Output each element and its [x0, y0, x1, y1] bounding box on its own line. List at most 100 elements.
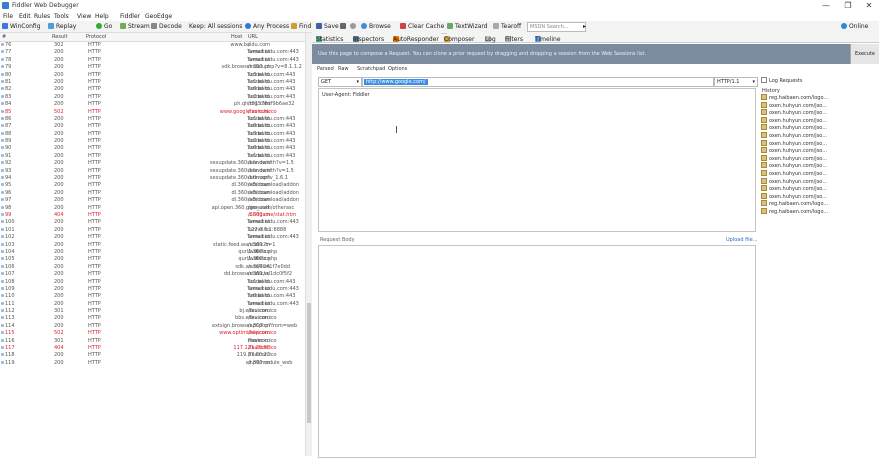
close-button[interactable]: ✕ — [861, 1, 877, 11]
menu-rules[interactable]: Rules — [34, 13, 50, 20]
tab-composer[interactable]: Composer — [441, 33, 474, 43]
table-row[interactable]: 110 200 HTTP Tunnel to ss0.baidu.com:443 — [0, 293, 306, 300]
history-item[interactable]: oxen.huhyun.com/jso... — [761, 139, 873, 148]
history-item[interactable]: oxen.huhyun.com/jso... — [761, 124, 873, 132]
table-row[interactable]: 92 200 HTTP sexupdate.360safe.com/bandwidth… — [0, 160, 306, 167]
table-row[interactable]: 113 200 HTTP bbs.edcu.com/favicon.ico — [0, 315, 306, 322]
table-row[interactable]: 103 200 HTTP static.feed.wan.360.cn/static?… — [0, 242, 306, 249]
web-sessions-list[interactable]: # Result Protocol Host URL 76 302 HTTP www.… — [0, 33, 306, 456]
table-row[interactable]: 106 200 HTTP sdk.se.360.cn/sns/4041f7e0dd — [0, 264, 306, 271]
history-item[interactable]: oxen.huhyun.com/jso... — [761, 177, 873, 186]
history-item[interactable]: reg.haibaen.com/logo... — [761, 200, 873, 208]
menu-edit[interactable]: Edit — [19, 13, 31, 20]
textwizard-button[interactable]: TextWizard — [447, 22, 488, 31]
table-row[interactable]: 91 200 HTTP Tunnel to ss1.baidu.com:443 — [0, 153, 306, 160]
execute-button[interactable]: Execute — [850, 44, 879, 64]
table-row[interactable]: 99 404 HTTP s.360.cn/360game/stat.htm — [0, 212, 306, 219]
table-row[interactable]: 104 200 HTTP qurl1.360.cn/wdinfo.php — [0, 249, 306, 256]
table-row[interactable]: 82 200 HTTP Tunnel to ss0.baidu.com:443 — [0, 86, 306, 93]
find-button[interactable]: Find — [291, 22, 311, 31]
clear-cache-button[interactable]: Clear Cache — [400, 22, 444, 31]
table-row[interactable]: 85 502 HTTP www.google.com.hk/favicon.ico — [0, 109, 306, 116]
history-item[interactable]: oxen.huhyun.com/jso... — [761, 154, 873, 163]
table-row[interactable]: 90 200 HTTP Tunnel to ss0.baidu.com:443 — [0, 145, 306, 152]
history-item[interactable]: oxen.huhyun.com/jso... — [761, 162, 873, 170]
table-row[interactable]: 112 301 HTTP bj.edcu.com/favicon.ico — [0, 308, 306, 315]
save-button[interactable]: Save — [316, 22, 339, 31]
msdn-search-input[interactable]: MSDN Search... — [527, 22, 586, 32]
subtab-parsed[interactable]: Parsed — [317, 66, 334, 72]
history-item[interactable]: reg.haibaen.com/logo... — [761, 207, 873, 216]
column-result[interactable]: Result — [52, 34, 67, 40]
url-input[interactable]: http://www.google.com/ — [362, 77, 714, 87]
history-item[interactable]: oxen.huhyun.com/jso... — [761, 101, 873, 110]
minimize-button[interactable]: — — [818, 1, 834, 11]
scrollbar-thumb[interactable] — [307, 303, 311, 423]
table-row[interactable]: 102 200 HTTP Tunnel to www.baidu.com:443 — [0, 234, 306, 241]
history-item[interactable]: oxen.huhyun.com/jso... — [761, 116, 873, 125]
screenshot-button[interactable] — [340, 22, 348, 31]
request-body-textarea[interactable] — [318, 245, 756, 458]
menu-file[interactable]: File — [3, 13, 13, 20]
table-row[interactable]: 81 200 HTTP Tunnel to ss1.baidu.com:443 — [0, 79, 306, 86]
table-row[interactable]: 83 200 HTTP Tunnel to ss2.baidu.com:443 — [0, 94, 306, 101]
table-row[interactable]: 111 200 HTTP Tunnel to www.baidu.com:443 — [0, 301, 306, 308]
subtab-options[interactable]: Options — [388, 66, 407, 72]
history-item[interactable]: oxen.huhyun.com/jso... — [761, 109, 873, 117]
timer-button[interactable] — [350, 22, 358, 31]
table-row[interactable]: 107 200 HTTP dd.browser.360.cn/static/a/1dc… — [0, 271, 306, 278]
table-row[interactable]: 77 200 HTTP Tunnel to www.baidu.com:443 — [0, 49, 306, 56]
table-row[interactable]: 109 200 HTTP Tunnel to www.baidu.com:443 — [0, 286, 306, 293]
history-item[interactable]: oxen.huhyun.com/jso... — [761, 169, 873, 178]
table-row[interactable]: 78 200 HTTP Tunnel to www.baidu.com:443 — [0, 57, 306, 64]
history-item[interactable]: reg.haibaen.com/logo... — [761, 94, 873, 102]
table-row[interactable]: 118 200 HTTP 119.97.90.23/favicon.ico — [0, 352, 306, 359]
stream-button[interactable]: Stream — [120, 22, 150, 31]
table-row[interactable]: 97 200 HTTP dl.360safe.com/v3/download/addo… — [0, 197, 306, 204]
table-row[interactable]: 119 200 HTTP se.360.cn/hp9/module_web — [0, 360, 306, 367]
column-host[interactable]: Host — [231, 34, 242, 40]
table-row[interactable]: 98 200 HTTP api.open.360.game.net/gw_auth/o… — [0, 205, 306, 212]
table-row[interactable]: 88 200 HTTP Tunnel to ss3.baidu.com:443 — [0, 131, 306, 138]
protocol-select[interactable]: HTTP/1.1 ▾ — [714, 77, 758, 87]
table-row[interactable]: 86 200 HTTP Tunnel to ss1.baidu.com:443 — [0, 116, 306, 123]
column-number[interactable]: # — [2, 34, 6, 40]
column-protocol[interactable]: Protocol — [86, 34, 106, 40]
table-row[interactable]: 115 502 HTTP www.optimizely.com/favicon.ico — [0, 330, 306, 337]
table-row[interactable]: 108 200 HTTP Tunnel to ss1.baidu.com:443 — [0, 279, 306, 286]
table-row[interactable]: 95 200 HTTP dl.360safe.com/v3/download/addo… — [0, 182, 306, 189]
table-row[interactable]: 80 200 HTTP Tunnel to ss3.baidu.com:443 — [0, 72, 306, 79]
search-go-icon[interactable]: ▸ — [583, 22, 586, 31]
table-row[interactable]: 116 301 HTTP hower.cn/favicon.ico — [0, 338, 306, 345]
menu-tools[interactable]: Tools — [54, 13, 69, 20]
any-process-button[interactable]: Any Process — [245, 22, 289, 31]
menu-view[interactable]: View — [77, 13, 91, 20]
request-headers-textarea[interactable]: User-Agent: Fiddler — [318, 88, 756, 232]
table-row[interactable]: 114 200 HTTP extsign.browser.360.cn/api.php… — [0, 323, 306, 330]
history-item[interactable]: oxen.huhyun.com/jso... — [761, 147, 873, 155]
browse-button[interactable]: Browse — [361, 22, 391, 31]
history-item[interactable]: oxen.huhyun.com/jso... — [761, 131, 873, 140]
table-row[interactable]: 96 200 HTTP dl.360safe.com/v3/download/addo… — [0, 190, 306, 197]
table-row[interactable]: 87 200 HTTP Tunnel to ss0.baidu.com:443 — [0, 123, 306, 130]
menu-geoedge[interactable]: GeoEdge — [145, 13, 172, 20]
table-row[interactable]: 89 200 HTTP Tunnel to ss2.baidu.com:443 — [0, 138, 306, 145]
upload-file-link[interactable]: Upload file... — [726, 237, 758, 243]
table-row[interactable]: 100 200 HTTP Tunnel to www.baidu.com:443 — [0, 219, 306, 226]
table-row[interactable]: 79 200 HTTP sdk.browser.360.cn/index.php?v=… — [0, 64, 306, 71]
decode-button[interactable]: Decode — [151, 22, 182, 31]
subtab-raw[interactable]: Raw — [338, 66, 349, 72]
menu-fiddler[interactable]: Fiddler — [120, 13, 140, 20]
method-select[interactable]: GET ▾ — [318, 77, 362, 87]
sessions-scrollbar[interactable] — [305, 33, 312, 456]
tearoff-button[interactable]: Tearoff — [493, 22, 521, 31]
history-item[interactable]: oxen.huhyun.com/jso... — [761, 192, 873, 201]
log-requests-checkbox[interactable]: Log Requests — [761, 77, 802, 84]
maximize-button[interactable]: ❐ — [840, 1, 856, 11]
table-row[interactable]: 93 200 HTTP sexupdate.360safe.com/bandwidth… — [0, 168, 306, 175]
history-item[interactable]: oxen.huhyun.com/jso... — [761, 185, 873, 193]
replay-button[interactable]: Replay — [48, 22, 76, 31]
go-button[interactable]: Go — [96, 22, 112, 31]
table-row[interactable]: 94 200 HTTP sexupdate.360safe.com/bdmap?v_1… — [0, 175, 306, 182]
column-url[interactable]: URL — [248, 34, 258, 40]
